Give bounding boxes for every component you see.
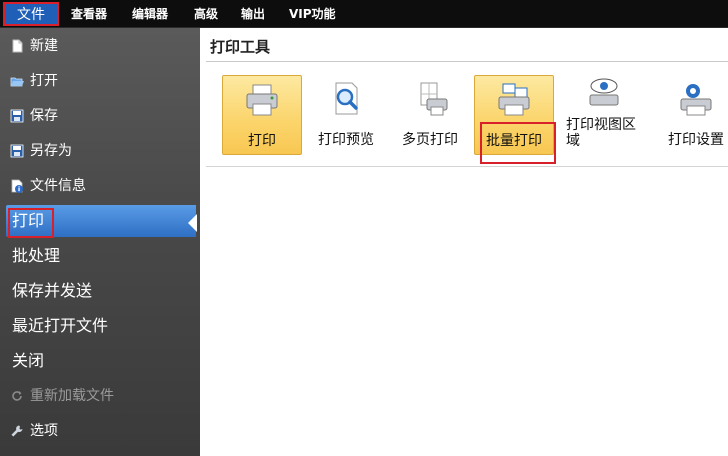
print-view-area-icon	[589, 78, 619, 106]
sidebar-item-save-and-send[interactable]: 保存并发送	[0, 275, 200, 307]
sidebar-item-label: 重新加载文件	[30, 388, 114, 404]
new-file-icon	[12, 39, 23, 53]
panel-title: 打印工具	[210, 38, 271, 56]
sidebar-item-close[interactable]: 关闭	[0, 345, 200, 377]
tool-print-view-area[interactable]: 打印视图区域	[562, 75, 646, 155]
menu-advanced[interactable]: 高级	[194, 0, 218, 28]
batch-print-highlight-box	[480, 122, 556, 164]
print-settings-icon	[680, 84, 712, 116]
sidebar-item-reload: 重新加载文件	[0, 380, 200, 412]
selection-pointer	[188, 214, 197, 232]
multi-page-print-icon	[420, 82, 448, 116]
tool-label: 打印视图区域	[566, 117, 636, 149]
tool-print-preview[interactable]: 打印预览	[306, 75, 386, 155]
sidebar-item-label: 文件信息	[30, 178, 86, 194]
tool-label: 打印设置	[668, 132, 724, 148]
file-sidebar: 新建 打开 保存 另存为 文件信息 打印 批处理 保存并发送 最近打开文件 关闭…	[0, 28, 200, 456]
open-folder-icon	[10, 77, 24, 87]
sidebar-item-label: 保存并发送	[12, 281, 93, 300]
sidebar-item-save-as[interactable]: 另存为	[0, 135, 200, 167]
sidebar-item-batch[interactable]: 批处理	[0, 240, 200, 272]
sidebar-item-file-info[interactable]: 文件信息	[0, 170, 200, 202]
menu-bar: 文件 查看器 编辑器 高级 输出 VIP功能	[0, 0, 728, 28]
tools-divider	[206, 166, 728, 167]
batch-print-icon	[498, 83, 530, 116]
sidebar-item-new[interactable]: 新建	[0, 30, 200, 62]
save-as-icon	[10, 144, 24, 158]
sidebar-item-label: 最近打开文件	[12, 316, 109, 335]
sidebar-item-label: 批处理	[12, 246, 61, 265]
menu-editor[interactable]: 编辑器	[132, 0, 168, 28]
sidebar-item-open[interactable]: 打开	[0, 65, 200, 97]
sidebar-item-options[interactable]: 选项	[0, 415, 200, 447]
sidebar-item-label: 打开	[30, 73, 58, 89]
tool-label: 多页打印	[402, 132, 458, 148]
sidebar-item-save[interactable]: 保存	[0, 100, 200, 132]
tool-print-settings[interactable]: 打印设置	[656, 75, 728, 155]
menu-vip[interactable]: VIP功能	[289, 0, 336, 28]
sidebar-item-label: 保存	[30, 108, 58, 124]
sidebar-item-recent-files[interactable]: 最近打开文件	[0, 310, 200, 342]
print-highlight-box	[8, 208, 54, 238]
save-icon	[10, 109, 24, 123]
sidebar-item-label: 新建	[30, 38, 58, 54]
title-divider	[206, 61, 728, 62]
sidebar-item-label: 选项	[30, 423, 58, 439]
sidebar-item-label: 另存为	[30, 143, 72, 159]
menu-viewer[interactable]: 查看器	[71, 0, 107, 28]
sidebar-item-label: 关闭	[12, 351, 45, 370]
print-preview-icon	[335, 82, 358, 115]
info-icon	[11, 179, 23, 193]
tool-label: 打印预览	[318, 132, 374, 148]
tool-print[interactable]: 打印	[222, 75, 302, 155]
menu-file[interactable]: 文件	[3, 2, 59, 26]
printer-icon	[246, 84, 278, 116]
tool-label: 打印	[248, 133, 276, 149]
reload-icon	[12, 391, 22, 401]
tool-multi-page-print[interactable]: 多页打印	[390, 75, 470, 155]
wrench-icon	[11, 425, 23, 437]
print-tools-panel: 打印工具 打印 打印预览 多页打印 批量打印 打印视图区域 打印设置	[200, 28, 728, 456]
menu-output[interactable]: 输出	[241, 0, 265, 28]
